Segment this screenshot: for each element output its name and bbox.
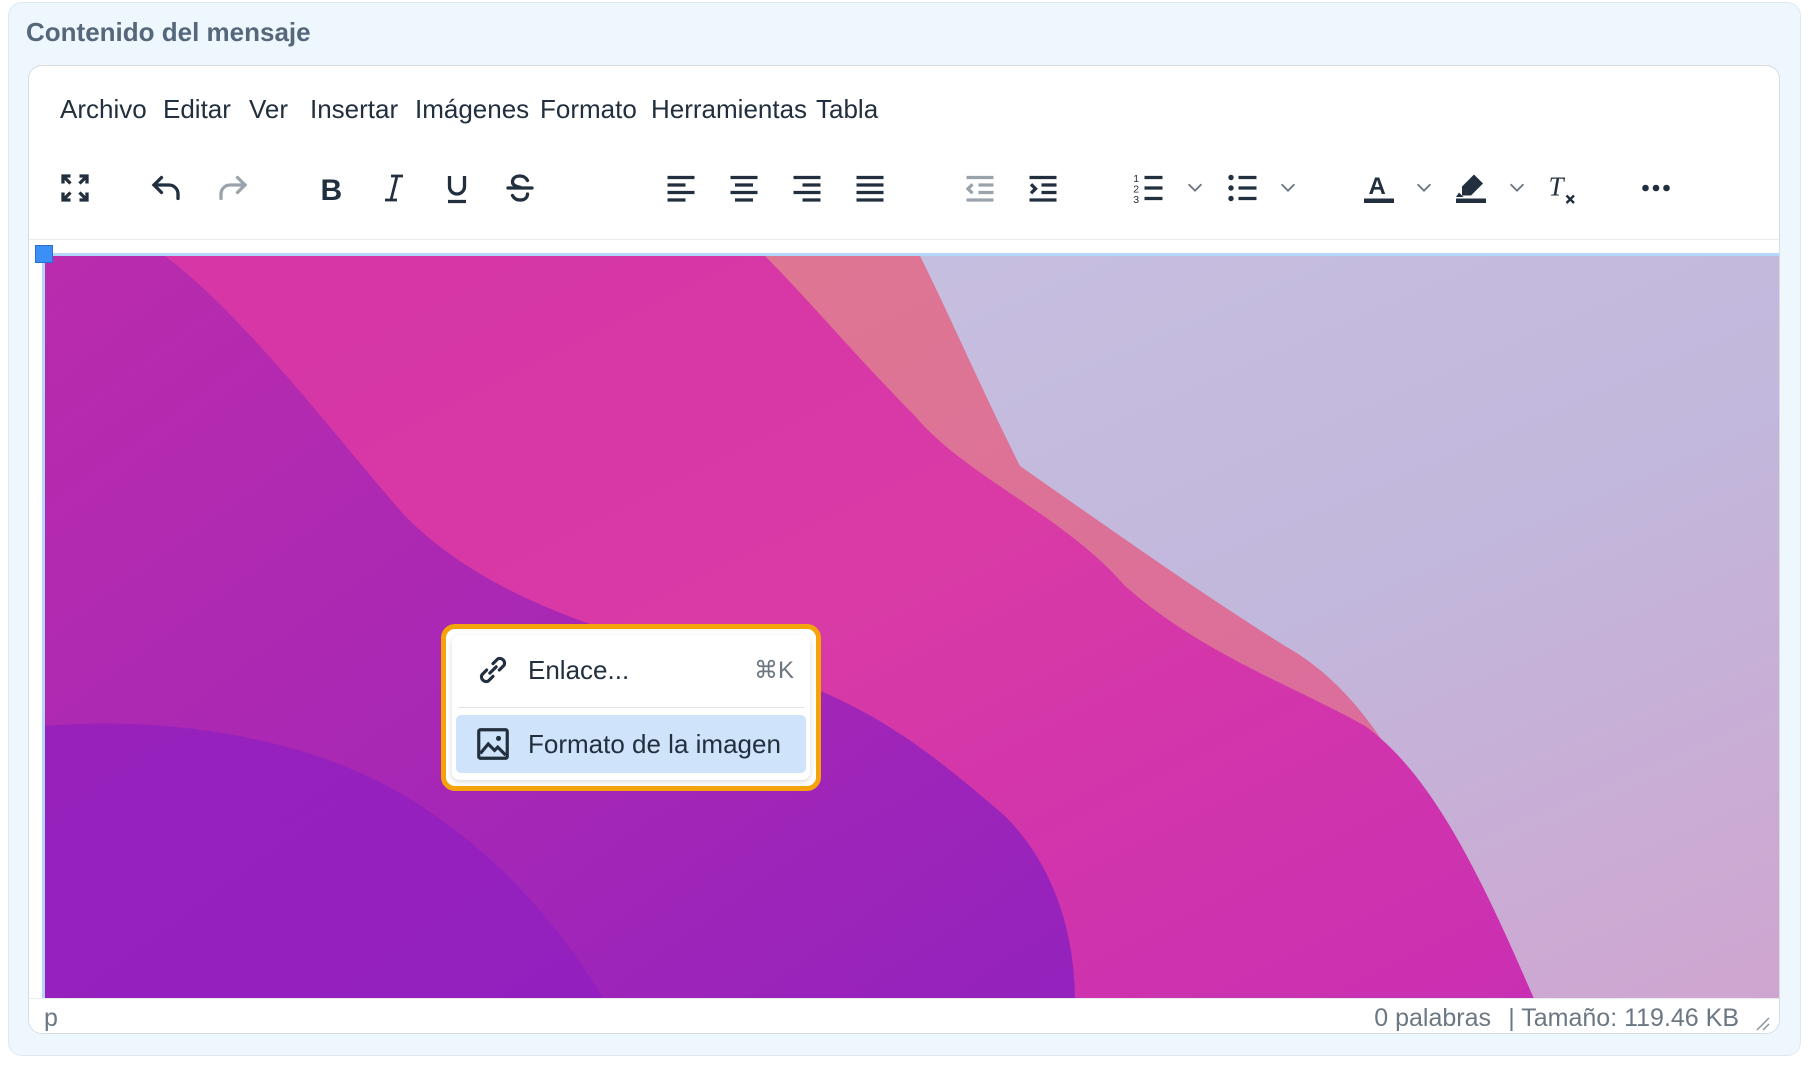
menu-herramientas[interactable]: Herramientas [651,94,807,125]
more-button[interactable] [1632,164,1680,212]
word-count[interactable]: 0 palabras [1374,1004,1491,1033]
svg-text:B: B [321,174,343,206]
menu-insertar[interactable]: Insertar [310,94,398,125]
clear-formatting-icon: T [1549,172,1575,204]
text-color-button[interactable]: A [1355,164,1403,212]
wallpaper-image [45,256,1779,998]
context-menu: Enlace... ⌘K Formato de la imagen [452,635,810,780]
align-left-icon [667,175,695,202]
italic-icon [385,174,403,202]
menu-tabla[interactable]: Tabla [816,94,878,125]
strikethrough-button[interactable] [496,164,544,212]
rich-text-editor: Archivo Editar Ver Insertar Imágenes For… [28,65,1780,1034]
menu-archivo[interactable]: Archivo [60,94,147,125]
clear-formatting-button[interactable]: T [1538,164,1586,212]
content-size: | Tamaño: 119.46 KB [1508,1004,1739,1032]
bullet-list-dropdown[interactable] [1277,176,1299,198]
menu-formato[interactable]: Formato [540,94,637,125]
link-icon [472,649,514,691]
numbered-list-button[interactable]: 1 2 3 [1125,164,1173,212]
editor-content-area[interactable]: Enlace... ⌘K Formato de la imagen [29,241,1779,998]
bold-button[interactable]: B [307,164,355,212]
image-resize-handle[interactable] [35,245,53,263]
outdent-icon [965,175,994,202]
context-menu-item-label: Formato de la imagen [528,728,781,759]
shortcut-label: ⌘K [753,656,794,684]
chevron-down-icon [1280,183,1296,192]
chevron-down-icon [1416,183,1432,192]
undo-button[interactable] [142,164,190,212]
editor-menubar: Archivo Editar Ver Insertar Imágenes For… [29,66,1779,146]
text-color-dropdown[interactable] [1413,176,1435,198]
more-icon [1642,184,1670,192]
editor-statusbar: p 0 palabras | Tamaño: 119.46 KB [29,998,1779,1033]
align-justify-icon [856,175,884,202]
strikethrough-icon [506,174,534,202]
panel-title: Contenido del mensaje [26,17,311,47]
bullet-list-button[interactable] [1219,164,1267,212]
context-menu-highlight: Enlace... ⌘K Formato de la imagen [441,624,821,791]
menu-editar[interactable]: Editar [163,94,231,125]
underline-button[interactable] [433,164,481,212]
message-content-panel: Contenido del mensaje Archivo Editar Ver… [8,2,1801,1056]
align-right-icon [793,175,821,202]
indent-button[interactable] [1019,164,1067,212]
toolbar-divider [29,229,1779,240]
align-left-button[interactable] [657,164,705,212]
numbered-list-dropdown[interactable] [1184,176,1206,198]
underline-icon [447,176,467,204]
resize-grip-icon[interactable] [1753,1014,1771,1032]
svg-text:3: 3 [1133,194,1139,206]
redo-icon [219,175,248,201]
numbered-list-icon: 1 2 3 [1133,173,1163,206]
redo-button[interactable] [209,164,257,212]
editor-toolbar: B 1 2 3 A T [29,146,1779,240]
indent-icon [1029,175,1057,202]
menu-ver[interactable]: Ver [249,94,288,125]
fullscreen-icon [61,174,89,202]
highlight-button[interactable] [1447,164,1495,212]
highlight-icon [1456,174,1486,203]
context-menu-item-image-format[interactable]: Formato de la imagen [456,715,806,773]
outdent-button[interactable] [956,164,1004,212]
fullscreen-button[interactable] [51,164,99,212]
align-center-button[interactable] [720,164,768,212]
italic-button[interactable] [370,164,418,212]
image-icon [472,723,514,765]
context-menu-divider [458,707,804,708]
text-color-icon: A [1364,173,1394,203]
undo-icon [151,175,180,201]
context-menu-item-label: Enlace... [528,654,630,685]
svg-text:A: A [1369,173,1386,200]
chevron-down-icon [1187,183,1203,192]
bold-icon: B [321,174,343,206]
align-right-button[interactable] [783,164,831,212]
svg-text:T: T [1549,172,1566,202]
chevron-down-icon [1509,183,1525,192]
context-menu-item-link[interactable]: Enlace... ⌘K [456,641,806,699]
bullet-list-icon [1228,174,1257,202]
align-center-icon [730,175,758,202]
element-path[interactable]: p [44,1004,58,1033]
inserted-image[interactable] [42,253,1779,998]
menu-imagenes[interactable]: Imágenes [415,94,529,125]
highlight-dropdown[interactable] [1506,176,1528,198]
align-justify-button[interactable] [846,164,894,212]
